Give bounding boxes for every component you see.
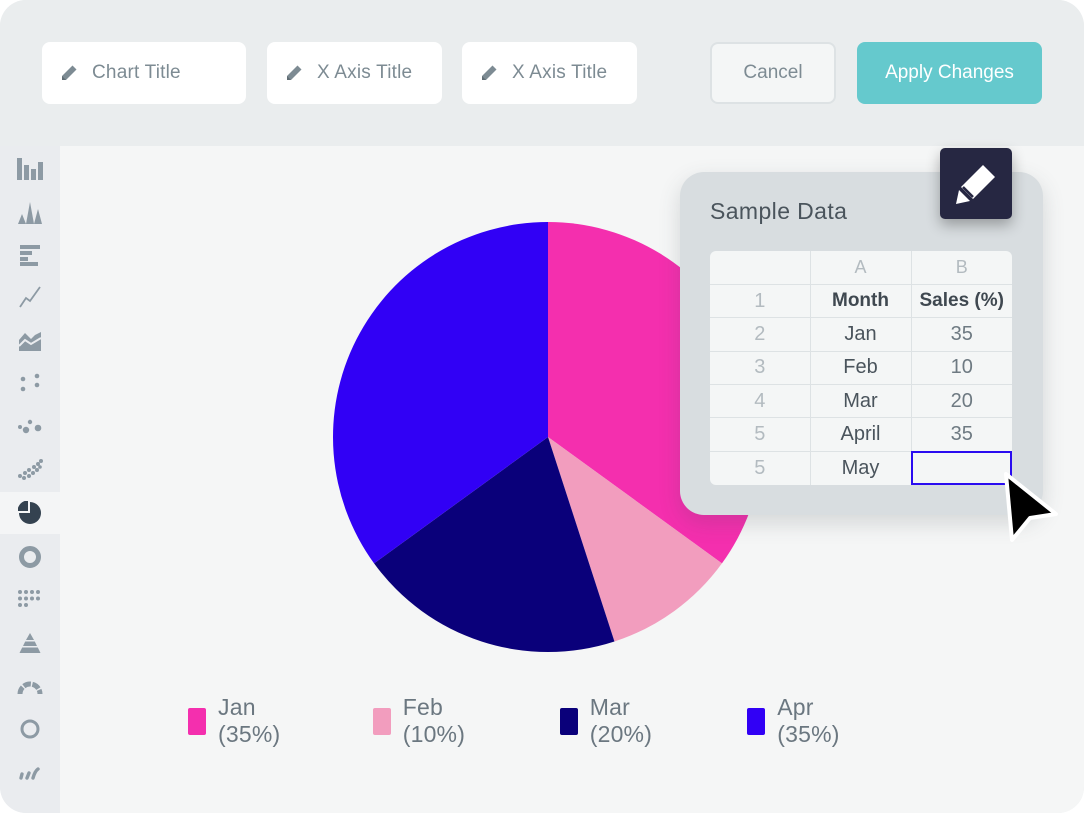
row-number: 1 [710, 284, 811, 319]
legend-item-mar[interactable]: Mar (20%) [560, 694, 661, 747]
column-header-a[interactable]: A [810, 251, 912, 285]
legend-swatch-apr [747, 707, 766, 735]
legend-swatch-mar [560, 707, 578, 735]
column-header-b[interactable]: B [911, 251, 1012, 285]
cell-a1[interactable]: Month [810, 284, 912, 319]
cell-b5[interactable]: 35 [911, 417, 1012, 452]
cell-a2[interactable]: Jan [810, 317, 912, 352]
chart-editor-window: Chart Title X Axis Title X Axis Title Ca… [0, 0, 1084, 813]
cell-b4[interactable]: 20 [911, 384, 1012, 419]
legend-item-feb[interactable]: Feb (10%) [373, 694, 474, 747]
table-row: 5 May [710, 451, 1012, 485]
row-number: 4 [710, 384, 811, 419]
cell-a5[interactable]: April [810, 417, 912, 452]
table-row: 2 Jan 35 [710, 317, 1012, 352]
cell-a6[interactable]: May [810, 451, 912, 485]
cell-a4[interactable]: Mar [810, 384, 912, 419]
cell-a3[interactable]: Feb [810, 351, 912, 386]
cell-b3[interactable]: 10 [911, 351, 1012, 386]
legend-label-mar: Mar (20%) [589, 694, 653, 747]
table-row: 1 Month Sales (%) [710, 284, 1012, 319]
sample-data-title: Sample Data [710, 198, 848, 224]
cell-b6-selected[interactable] [911, 451, 1012, 485]
cell-b1[interactable]: Sales (%) [911, 284, 1012, 319]
column-header-row: A B [710, 251, 1012, 285]
legend-item-apr[interactable]: Apr (35%) [747, 694, 848, 747]
cell-b2[interactable]: 35 [911, 317, 1012, 352]
row-number: 2 [710, 317, 811, 352]
row-number: 5 [710, 417, 811, 452]
table-row: 5 April 35 [710, 417, 1012, 452]
legend-swatch-jan [188, 707, 207, 735]
table-row: 4 Mar 20 [710, 384, 1012, 419]
legend-label-apr: Apr (35%) [777, 694, 840, 747]
legend-item-jan[interactable]: Jan (35%) [188, 694, 289, 747]
row-number: 5 [710, 451, 811, 485]
legend-swatch-feb [373, 707, 391, 735]
legend-label-jan: Jan (35%) [218, 694, 281, 747]
legend-label-feb: Feb (10%) [402, 694, 466, 747]
row-number: 3 [710, 351, 811, 386]
corner-cell [710, 251, 811, 285]
pencil-icon [956, 164, 995, 204]
data-spreadsheet: A B 1 Month Sales (%) 2 Jan 35 3 Feb 10 … [710, 251, 1012, 485]
edit-data-button[interactable] [940, 148, 1012, 219]
table-row: 3 Feb 10 [710, 351, 1012, 386]
